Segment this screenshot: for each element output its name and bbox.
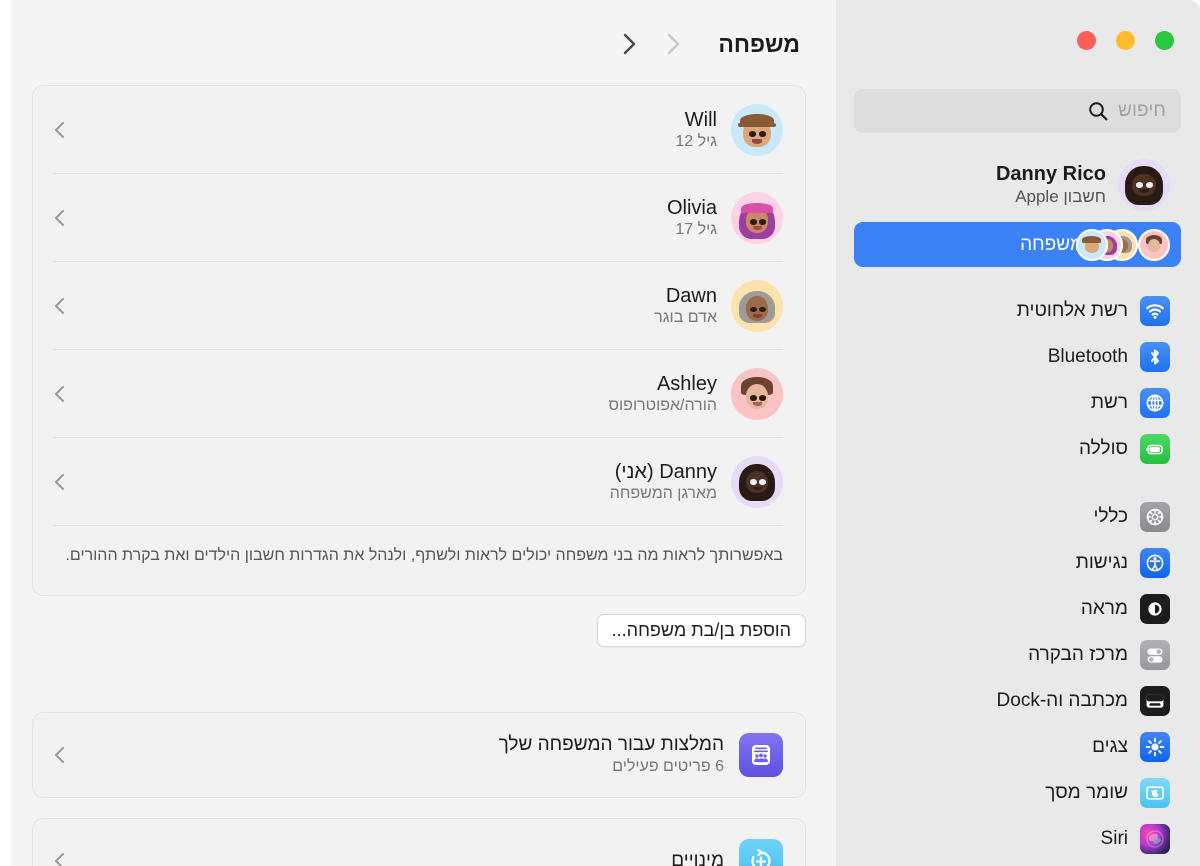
chevron-left-icon xyxy=(53,745,67,765)
globe-icon xyxy=(1140,388,1170,418)
sidebar-item-displays[interactable]: צגים xyxy=(836,724,1200,770)
chevron-left-icon xyxy=(53,120,67,140)
family-avatar-stack xyxy=(1076,228,1170,261)
sidebar-item-label: Siri xyxy=(1100,828,1128,849)
sidebar-item-desktop-dock[interactable]: מכתבה וה-Dock xyxy=(836,678,1200,724)
screen-saver-icon xyxy=(1140,778,1170,808)
sidebar-item-label: נגישות xyxy=(1075,552,1128,573)
table-row[interactable]: Danny (אני) מארגן המשפחה xyxy=(33,438,805,525)
sidebar-item-label: משפחה xyxy=(1020,233,1083,255)
battery-icon xyxy=(1140,434,1170,464)
sidebar-item-appearance[interactable]: מראה xyxy=(836,586,1200,632)
nav-forward-button[interactable] xyxy=(652,23,694,65)
member-name: Dawn xyxy=(665,284,717,307)
search-input[interactable]: חיפוש xyxy=(1118,100,1166,122)
siri-icon xyxy=(1140,824,1170,854)
gear-icon xyxy=(1140,502,1170,532)
account-name: Danny Rico xyxy=(995,163,1106,185)
sidebar-group-separator xyxy=(836,472,1200,494)
chevron-left-icon xyxy=(53,384,67,404)
sidebar-item-bluetooth[interactable]: Bluetooth xyxy=(836,334,1200,380)
section-title: המלצות עבור המשפחה שלך xyxy=(498,734,724,755)
sidebar-item-family[interactable]: משפחה xyxy=(854,222,1181,267)
wifi-icon xyxy=(1140,296,1170,326)
avatar xyxy=(731,191,783,244)
member-subtitle: אדם בוגר xyxy=(654,308,717,326)
system-settings-window: משפחה Will גיל 12 Olivia גיל 17 Dawn אדם… xyxy=(0,0,1200,866)
section-title: מינויים xyxy=(671,850,724,866)
sidebar-item-label: רשת xyxy=(1090,392,1128,413)
subscriptions-icon xyxy=(739,839,783,866)
avatar xyxy=(1076,228,1108,261)
desktop-dock-icon xyxy=(1140,686,1170,716)
section-subtitle: 6 פריטים פעילים xyxy=(612,758,724,775)
sidebar: חיפוש Danny Rico חשבון Apple משפחה רשת א… xyxy=(836,0,1200,866)
main-content-pane: משפחה Will גיל 12 Olivia גיל 17 Dawn אדם… xyxy=(0,0,838,866)
family-recommendations-icon xyxy=(739,733,783,777)
chevron-left-icon xyxy=(53,851,67,866)
avatar xyxy=(731,367,783,420)
member-name: Ashley xyxy=(656,372,717,395)
page-title: משפחה xyxy=(718,30,800,57)
sidebar-item-label: מראה xyxy=(1080,598,1128,619)
content-toolbar: משפחה xyxy=(0,18,838,70)
member-subtitle: מארגן המשפחה xyxy=(609,484,717,502)
sidebar-item-siri[interactable]: Siri xyxy=(836,816,1200,862)
nav-back-button[interactable] xyxy=(608,23,650,65)
account-subtitle: חשבון Apple xyxy=(1015,187,1106,206)
close-button[interactable] xyxy=(1077,31,1096,50)
family-members-card: Will גיל 12 Olivia גיל 17 Dawn אדם בוגר … xyxy=(32,85,806,596)
table-row[interactable]: Olivia גיל 17 xyxy=(33,174,805,261)
subscriptions-card[interactable]: מינויים xyxy=(32,818,806,866)
table-row[interactable]: Ashley הורה/אפוטרופוס xyxy=(33,350,805,437)
displays-icon xyxy=(1140,732,1170,762)
search-icon xyxy=(1087,100,1109,122)
sidebar-item-battery[interactable]: סוללה xyxy=(836,426,1200,472)
avatar xyxy=(731,103,783,156)
control-center-icon xyxy=(1140,640,1170,670)
sidebar-item-label: סוללה xyxy=(1078,438,1128,459)
window-controls xyxy=(1077,31,1174,50)
family-recommendations-card[interactable]: המלצות עבור המשפחה שלך 6 פריטים פעילים xyxy=(32,712,806,798)
member-name: Danny (אני) xyxy=(614,460,717,483)
bluetooth-icon xyxy=(1140,342,1170,372)
sidebar-item-label: צגים xyxy=(1092,736,1128,757)
avatar xyxy=(731,455,783,508)
member-name: Olivia xyxy=(666,196,717,219)
chevron-left-icon xyxy=(53,296,67,316)
sidebar-nav-list: רשת אלחוטית Bluetooth רשת סוללה כללי נגי… xyxy=(836,288,1200,862)
sidebar-item-control-center[interactable]: מרכז הבקרה xyxy=(836,632,1200,678)
zoom-button[interactable] xyxy=(1155,31,1174,50)
sidebar-item-label: כללי xyxy=(1093,506,1128,527)
avatar xyxy=(1118,159,1170,211)
member-name: Will xyxy=(684,108,717,131)
member-subtitle: גיל 17 xyxy=(675,220,717,238)
account-row[interactable]: Danny Rico חשבון Apple xyxy=(854,155,1181,215)
sidebar-item-label: שומר מסך xyxy=(1045,782,1128,803)
sidebar-item-label: רשת אלחוטית xyxy=(1016,300,1128,321)
sidebar-item-label: מכתבה וה-Dock xyxy=(996,690,1128,711)
accessibility-icon xyxy=(1140,548,1170,578)
sidebar-item-label: Bluetooth xyxy=(1047,346,1128,367)
add-family-member-button[interactable]: הוספת בן/בת משפחה... xyxy=(596,614,806,647)
appearance-icon xyxy=(1140,594,1170,624)
table-row[interactable]: Will גיל 12 xyxy=(33,86,805,173)
minimize-button[interactable] xyxy=(1116,31,1135,50)
chevron-left-icon xyxy=(53,472,67,492)
table-row[interactable]: Dawn אדם בוגר xyxy=(33,262,805,349)
search-field-wrapper[interactable]: חיפוש xyxy=(854,89,1181,133)
sidebar-item-wifi[interactable]: רשת אלחוטית xyxy=(836,288,1200,334)
chevron-left-icon xyxy=(53,208,67,228)
avatar xyxy=(1138,228,1170,261)
avatar xyxy=(731,279,783,332)
sidebar-item-label: מרכז הבקרה xyxy=(1028,644,1128,665)
sidebar-item-accessibility[interactable]: נגישות xyxy=(836,540,1200,586)
member-subtitle: גיל 12 xyxy=(675,132,717,150)
sidebar-item-screen-saver[interactable]: שומר מסך xyxy=(836,770,1200,816)
sidebar-item-network[interactable]: רשת xyxy=(836,380,1200,426)
sidebar-item-general[interactable]: כללי xyxy=(836,494,1200,540)
member-subtitle: הורה/אפוטרופוס xyxy=(608,396,717,414)
members-footnote: באפשרותך לראות מה בני משפחה יכולים לראות… xyxy=(65,547,783,564)
